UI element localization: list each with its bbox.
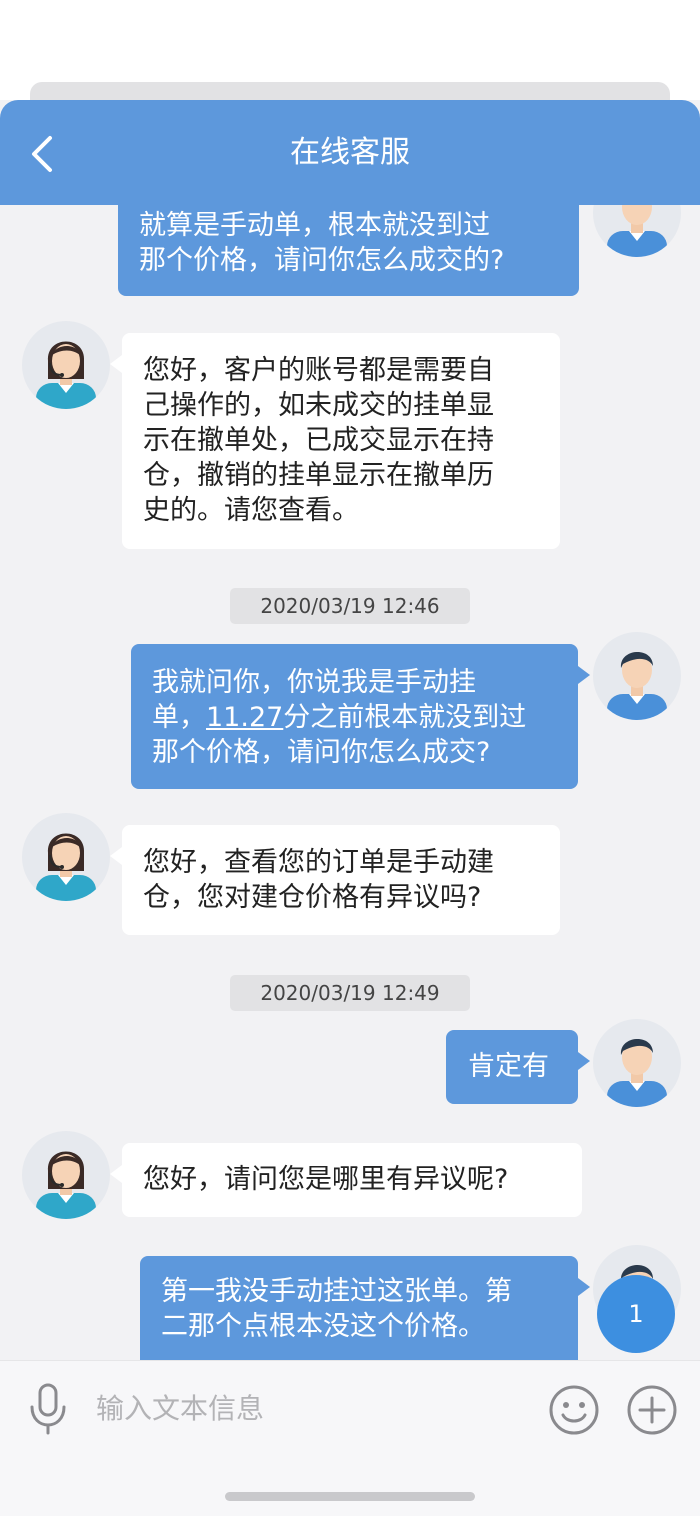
- message-line: 您好，请问您是哪里有异议呢?: [143, 1164, 509, 1195]
- user-message[interactable]: 就算是手动单，根本就没到过 那个价格，请问你怎么成交的?: [118, 205, 579, 296]
- message-line: 示在撤单处，已成交显示在持: [143, 425, 494, 456]
- unread-count-badge[interactable]: 1: [597, 1275, 675, 1353]
- bubble-tail: [578, 1278, 590, 1296]
- message-line: 仓，撤销的挂单显示在撤单历: [143, 460, 494, 491]
- message-line: 您好，查看您的订单是手动建: [143, 847, 494, 878]
- status-area: [0, 0, 700, 102]
- user-message[interactable]: 肯定有: [446, 1030, 590, 1104]
- agent-avatar[interactable]: [22, 1131, 110, 1219]
- home-indicator[interactable]: [225, 1492, 475, 1501]
- agent-avatar-icon: [36, 1151, 96, 1219]
- message-line: 就算是手动单，根本就没到过: [139, 210, 490, 241]
- agent-avatar-icon: [36, 341, 96, 409]
- bubble-tail: [110, 847, 122, 865]
- message-input[interactable]: [96, 1383, 516, 1433]
- message-line: 肯定有: [468, 1051, 549, 1082]
- microphone-icon[interactable]: [26, 1383, 70, 1435]
- bubble-tail: [110, 1165, 122, 1183]
- smiley-icon[interactable]: [548, 1384, 600, 1436]
- message-line: 第一我没手动挂过这张单。第: [161, 1276, 512, 1307]
- nav-bar: 在线客服: [0, 100, 700, 205]
- message-line: 二那个点根本没这个价格。: [161, 1311, 485, 1342]
- agent-message[interactable]: 您好，客户的账号都是需要自 己操作的，如未成交的挂单显 示在撤单处，已成交显示在…: [110, 333, 560, 549]
- message-link[interactable]: 11.27: [206, 702, 283, 733]
- message-line: 仓，您对建仓价格有异议吗?: [143, 882, 482, 913]
- message-line: 史的。请您查看。: [143, 495, 359, 526]
- agent-avatar[interactable]: [22, 321, 110, 409]
- agent-message[interactable]: 您好，查看您的订单是手动建 仓，您对建仓价格有异议吗?: [110, 825, 560, 935]
- user-avatar[interactable]: [593, 632, 681, 720]
- plus-circle-icon[interactable]: [626, 1384, 678, 1436]
- user-avatar[interactable]: [593, 205, 681, 257]
- message-line: 那个价格，请问你怎么成交?: [152, 737, 491, 768]
- user-avatar-icon: [607, 1038, 667, 1107]
- user-avatar-icon: [607, 651, 667, 720]
- timestamp: 2020/03/19 12:49: [230, 975, 470, 1011]
- bubble-tail: [110, 355, 122, 373]
- agent-avatar-icon: [36, 833, 96, 901]
- user-avatar-icon: [607, 205, 667, 257]
- bubble-tail: [578, 1052, 590, 1070]
- agent-message[interactable]: 您好，请问您是哪里有异议呢?: [110, 1143, 582, 1217]
- user-avatar[interactable]: [593, 1019, 681, 1107]
- bubble-tail: [578, 666, 590, 684]
- message-line: 单，11.27分之前根本就没到过: [152, 700, 578, 735]
- sheet-edge: [30, 82, 670, 102]
- page-title: 在线客服: [290, 135, 410, 170]
- message-line: 您好，客户的账号都是需要自: [143, 355, 494, 386]
- chat-history[interactable]: 就算是手动单，根本就没到过 那个价格，请问你怎么成交的? 您好，客户的账号都是需…: [0, 205, 700, 1360]
- timestamp: 2020/03/19 12:46: [230, 588, 470, 624]
- message-line: 己操作的，如未成交的挂单显: [143, 390, 494, 421]
- message-line: 那个价格，请问你怎么成交的?: [139, 245, 505, 276]
- agent-avatar[interactable]: [22, 813, 110, 901]
- message-text: 单，: [152, 702, 206, 733]
- user-message[interactable]: 第一我没手动挂过这张单。第 二那个点根本没这个价格。: [140, 1256, 590, 1360]
- message-text: 分之前根本就没到过: [283, 702, 527, 733]
- message-line: 我就问你，你说我是手动挂: [152, 667, 476, 698]
- user-message[interactable]: 我就问你，你说我是手动挂 单，11.27分之前根本就没到过 那个价格，请问你怎么…: [131, 644, 590, 789]
